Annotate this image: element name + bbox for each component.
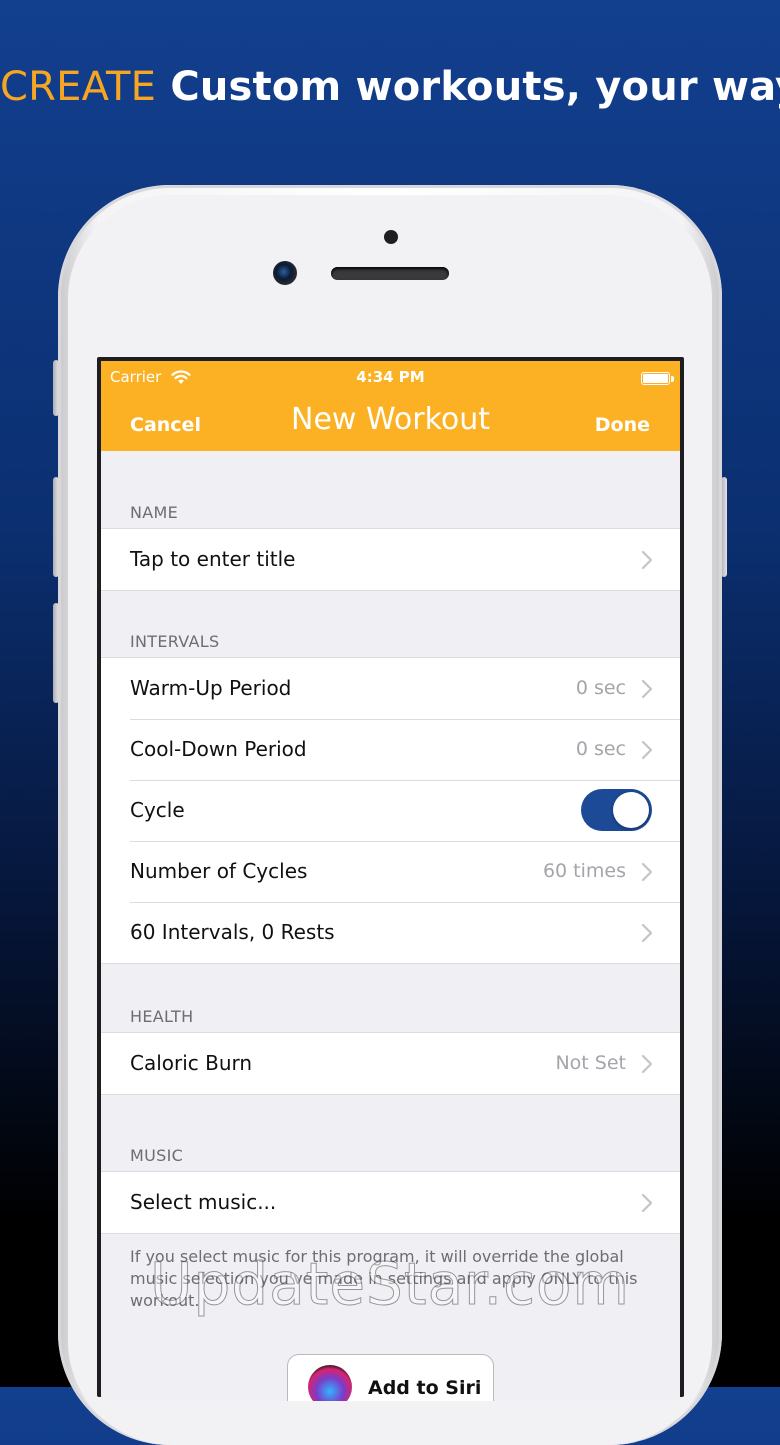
headline-text: Custom workouts, your way (170, 64, 780, 110)
cycle-label: Cycle (130, 798, 185, 822)
chevron-right-icon (641, 862, 653, 882)
watermark: UpdateStar.com (150, 1250, 630, 1319)
proximity-sensor (384, 230, 398, 244)
done-button[interactable]: Done (595, 414, 650, 436)
app-screen: Carrier 4:34 PM Cancel New Workout Done … (101, 361, 680, 1401)
cycles-row[interactable]: Number of Cycles 60 times (101, 841, 680, 902)
cycle-row: Cycle (101, 780, 680, 841)
section-header-name: NAME (130, 503, 179, 522)
battery-tip (671, 376, 674, 382)
warmup-row[interactable]: Warm-Up Period 0 sec (101, 658, 680, 719)
siri-icon (308, 1365, 352, 1401)
chevron-right-icon (641, 550, 653, 570)
nav-title: New Workout (291, 402, 490, 437)
cycles-value: 60 times (542, 860, 626, 882)
chevron-right-icon (641, 740, 653, 760)
cycles-label: Number of Cycles (130, 859, 308, 883)
promo-headline: CREATE Custom workouts, your way (0, 64, 780, 110)
name-group: Tap to enter title (101, 528, 680, 591)
caloric-burn-value: Not Set (555, 1052, 626, 1074)
earpiece-speaker (331, 267, 449, 280)
select-music-row[interactable]: Select music... (101, 1172, 680, 1233)
cooldown-label: Cool-Down Period (130, 737, 307, 761)
cooldown-row[interactable]: Cool-Down Period 0 sec (101, 719, 680, 780)
intervals-summary-label: 60 Intervals, 0 Rests (130, 920, 335, 944)
chevron-right-icon (641, 1193, 653, 1213)
cycle-toggle[interactable] (581, 789, 652, 831)
select-music-label: Select music... (130, 1190, 277, 1214)
title-row[interactable]: Tap to enter title (101, 529, 680, 590)
navigation-bar: Carrier 4:34 PM Cancel New Workout Done (101, 361, 680, 451)
intervals-summary-row[interactable]: 60 Intervals, 0 Rests (101, 902, 680, 963)
add-to-siri-button[interactable]: Add to Siri (287, 1354, 494, 1401)
status-bar: Carrier 4:34 PM (101, 367, 680, 389)
caloric-burn-row[interactable]: Caloric Burn Not Set (101, 1033, 680, 1094)
caloric-burn-label: Caloric Burn (130, 1051, 253, 1075)
title-row-label: Tap to enter title (130, 547, 296, 571)
chevron-right-icon (641, 1054, 653, 1074)
section-header-intervals: INTERVALS (130, 632, 220, 651)
phone-screen: Carrier 4:34 PM Cancel New Workout Done … (97, 357, 684, 1401)
battery-icon (641, 372, 670, 385)
music-group: Select music... (101, 1171, 680, 1234)
health-group: Caloric Burn Not Set (101, 1032, 680, 1095)
chevron-right-icon (641, 679, 653, 699)
section-header-music: MUSIC (130, 1146, 184, 1165)
cycle-toggle-knob (613, 792, 649, 828)
front-camera (273, 261, 297, 285)
headline-accent: CREATE (0, 64, 157, 110)
chevron-right-icon (641, 923, 653, 943)
intervals-group: Warm-Up Period 0 sec Cool-Down Period 0 … (101, 657, 680, 964)
status-time: 4:34 PM (356, 368, 425, 386)
add-to-siri-label: Add to Siri (368, 1377, 482, 1399)
cooldown-value: 0 sec (575, 738, 626, 760)
warmup-label: Warm-Up Period (130, 676, 292, 700)
section-header-health: HEALTH (130, 1007, 194, 1026)
warmup-value: 0 sec (575, 677, 626, 699)
